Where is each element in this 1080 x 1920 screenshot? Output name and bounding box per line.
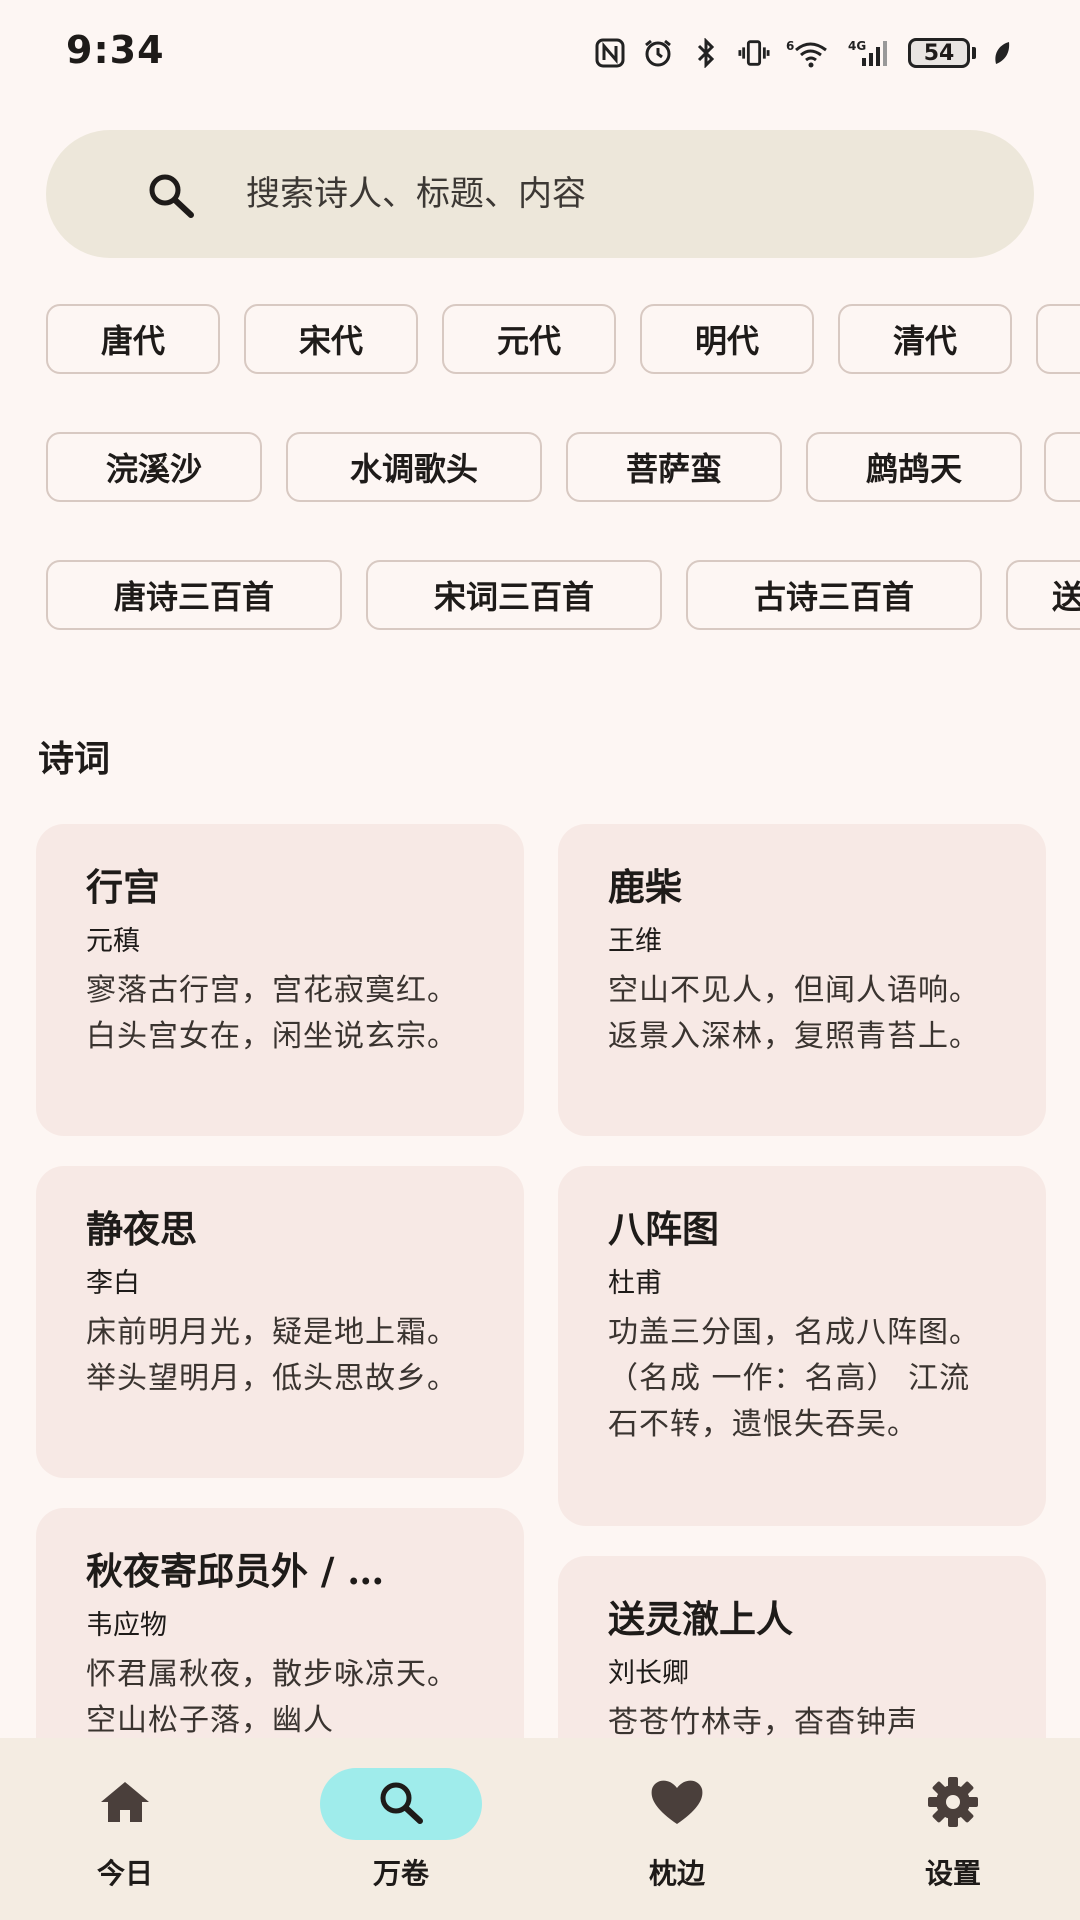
poem-excerpt: 空山不见人，但闻人语响。 返景入深林，复照青苔上。 [608, 973, 980, 1054]
chip-tune[interactable]: 鹧鸪天 [806, 432, 1022, 502]
poem-title: 送灵澈上人 [608, 1597, 793, 1641]
chip-tune[interactable]: 水调歌头 [286, 432, 542, 502]
nav-pill [44, 1768, 206, 1840]
gear-icon [925, 1774, 981, 1834]
nav-label: 枕边 [648, 1857, 705, 1890]
chip-tune[interactable]: 浣溪沙 [46, 432, 262, 502]
poem-author: 刘长卿 [608, 1658, 689, 1689]
poem-title: 静夜思 [86, 1207, 197, 1251]
vibrate-icon [738, 38, 770, 68]
poem-title: 八阵图 [608, 1207, 719, 1251]
chip-dynasty[interactable]: 清代 [838, 304, 1012, 374]
bottom-nav: 今日 万卷 枕边 设置 [0, 1738, 1080, 1920]
nfc-icon [594, 38, 626, 68]
status-icons: 6 4G 54 [594, 34, 1012, 72]
chip-dynasty-partial[interactable] [1036, 304, 1080, 374]
poem-title: 行宫 [86, 865, 160, 909]
chip-collection-partial[interactable]: 送 [1006, 560, 1080, 630]
poem-card[interactable]: 行宫 元稹 寥落古行宫，宫花寂寞红。 白头宫女在，闲坐说玄宗。 [36, 824, 524, 1136]
signal-icon: 4G [848, 38, 892, 68]
heart-icon [647, 1776, 707, 1832]
nav-label: 今日 [96, 1857, 153, 1890]
tune-chip-row: 浣溪沙 水调歌头 菩萨蛮 鹧鸪天 [46, 432, 1080, 506]
chip-collection[interactable]: 唐诗三百首 [46, 560, 342, 630]
poem-card[interactable]: 八阵图 杜甫 功盖三分国，名成八阵图。（名成 一作：名高） 江流石不转，遗恨失吞… [558, 1166, 1046, 1526]
chip-dynasty[interactable]: 宋代 [244, 304, 418, 374]
poem-author: 元稹 [86, 926, 140, 957]
leaf-icon [992, 38, 1012, 68]
poem-excerpt: 怀君属秋夜，散步咏凉天。 空山松子落，幽人 [86, 1657, 458, 1738]
nav-pill [596, 1768, 758, 1840]
chip-dynasty[interactable]: 唐代 [46, 304, 220, 374]
search-icon [146, 172, 198, 218]
bluetooth-icon [690, 38, 722, 68]
search-bar[interactable] [46, 130, 1034, 258]
poem-excerpt: 床前明月光，疑是地上霜。 举头望明月，低头思故乡。 [86, 1315, 458, 1396]
alarm-icon [642, 38, 674, 68]
nav-today[interactable]: 今日 [25, 1768, 225, 1898]
poem-excerpt: 功盖三分国，名成八阵图。（名成 一作：名高） 江流石不转，遗恨失吞吴。 [608, 1315, 980, 1442]
search-input[interactable] [246, 162, 1006, 226]
nav-label: 设置 [924, 1857, 981, 1890]
poem-author: 王维 [608, 926, 662, 957]
wifi-icon: 6 [786, 38, 832, 68]
status-bar: 9:34 6 4G 54 [0, 0, 1080, 104]
nav-label: 万卷 [372, 1857, 429, 1890]
chip-tune-partial[interactable] [1044, 432, 1080, 502]
nav-settings[interactable]: 设置 [853, 1768, 1053, 1898]
chip-dynasty[interactable]: 元代 [442, 304, 616, 374]
poem-author: 杜甫 [608, 1268, 662, 1299]
svg-text:6: 6 [786, 39, 794, 53]
poem-title: 鹿柴 [608, 865, 682, 909]
nav-pill [872, 1768, 1034, 1840]
chip-collection[interactable]: 宋词三百首 [366, 560, 662, 630]
poem-title: 秋夜寄邱员外 / … [86, 1549, 385, 1593]
dynasty-chip-row: 唐代 宋代 元代 明代 清代 [46, 304, 1080, 378]
battery-icon: 54 [908, 38, 970, 68]
poem-card[interactable]: 静夜思 李白 床前明月光，疑是地上霜。 举头望明月，低头思故乡。 [36, 1166, 524, 1478]
poem-card[interactable]: 鹿柴 王维 空山不见人，但闻人语响。 返景入深林，复照青苔上。 [558, 824, 1046, 1136]
nav-pill-active [320, 1768, 482, 1840]
poem-author: 韦应物 [86, 1610, 167, 1641]
battery-tip [972, 47, 976, 59]
search-icon [375, 1779, 427, 1829]
nav-library[interactable]: 万卷 [301, 1768, 501, 1898]
poem-excerpt: 寥落古行宫，宫花寂寞红。 白头宫女在，闲坐说玄宗。 [86, 973, 458, 1054]
chip-dynasty[interactable]: 明代 [640, 304, 814, 374]
status-time: 9:34 [66, 28, 165, 72]
home-icon [97, 1778, 153, 1830]
collection-chip-row: 唐诗三百首 宋词三百首 古诗三百首 送 [46, 560, 1080, 634]
poem-author: 李白 [86, 1268, 140, 1299]
chip-collection[interactable]: 古诗三百首 [686, 560, 982, 630]
chip-tune[interactable]: 菩萨蛮 [566, 432, 782, 502]
nav-bedside[interactable]: 枕边 [577, 1768, 777, 1898]
section-title: 诗词 [38, 738, 111, 780]
svg-text:4G: 4G [848, 39, 866, 53]
